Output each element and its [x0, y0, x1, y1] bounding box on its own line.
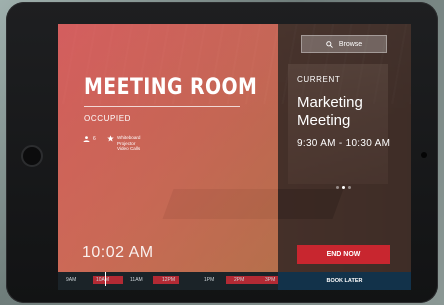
- browse-label: Browse: [338, 40, 363, 48]
- people-icon: [83, 136, 90, 142]
- timeline-hour: 1PM: [204, 277, 215, 283]
- page-dot-active[interactable]: [342, 186, 345, 189]
- day-timeline[interactable]: 9AM 10AM 11AM 12PM 1PM 2PM 3PM: [58, 272, 278, 290]
- page-dot[interactable]: [336, 186, 339, 189]
- page-indicator: [336, 186, 351, 189]
- timeline-hour: 3PM: [265, 277, 276, 283]
- capacity-value: 6: [93, 136, 96, 142]
- amenities: Whiteboard Projector Video Calls: [107, 135, 141, 152]
- capacity: 6: [83, 136, 96, 142]
- timeline-hour: 11AM: [130, 277, 143, 283]
- amenity-list: Whiteboard Projector Video Calls: [117, 135, 141, 152]
- current-label: CURRENT: [297, 75, 341, 84]
- tablet-frame: MEETING ROOM OCCUPIED 6 Whiteboard Proje…: [6, 2, 438, 303]
- timeline-hour: 9AM: [66, 277, 77, 283]
- camera: [421, 152, 427, 158]
- current-time-marker: [105, 272, 106, 286]
- end-now-button[interactable]: END NOW: [297, 245, 390, 264]
- status-label: OCCUPIED: [84, 114, 132, 123]
- meeting-time: 9:30 AM - 10:30 AM: [297, 138, 391, 149]
- meeting-title: Marketing Meeting: [297, 94, 363, 129]
- title-divider: [84, 106, 240, 107]
- star-icon: [107, 135, 114, 142]
- room-booking-screen: MEETING ROOM OCCUPIED 6 Whiteboard Proje…: [58, 24, 411, 290]
- timeline-hour: 10AM: [96, 277, 110, 283]
- current-clock: 10:02 AM: [82, 244, 154, 261]
- page-dot[interactable]: [348, 186, 351, 189]
- room-title: MEETING ROOM: [84, 75, 258, 100]
- browse-button[interactable]: Browse: [301, 35, 387, 53]
- search-icon: [326, 40, 333, 48]
- timeline-hour: 2PM: [234, 277, 245, 283]
- room-status-panel: [58, 24, 278, 272]
- amenity-item: Video Calls: [117, 146, 141, 152]
- book-later-button[interactable]: BOOK LATER: [278, 272, 411, 290]
- amenity-item: Whiteboard: [117, 135, 141, 140]
- timeline-hour: 12PM: [162, 277, 176, 283]
- home-button[interactable]: [21, 145, 43, 167]
